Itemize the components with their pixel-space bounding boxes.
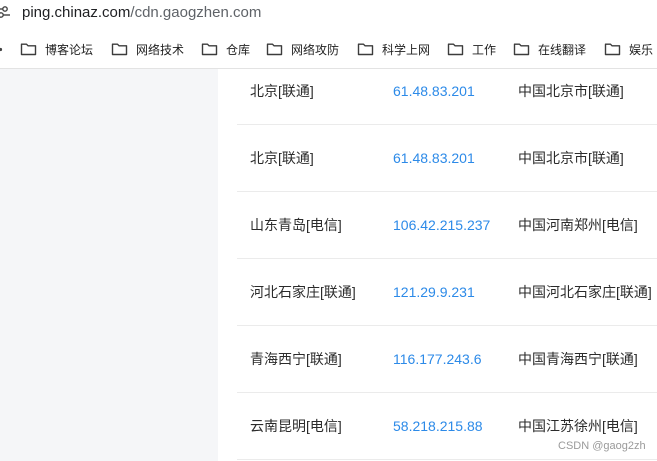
bookmark-label: 娱乐 (629, 42, 654, 57)
bookmark-item[interactable]: 工作 (447, 40, 496, 58)
bookmark-item[interactable]: 在线翻译 (513, 40, 586, 58)
bookmark-item[interactable]: 娱乐 (604, 40, 653, 58)
folder-icon (20, 43, 37, 56)
result-row: 北京[联通] 61.48.83.201 中国北京市[联通] (237, 125, 657, 192)
ip-geolocation: 中国河北石家庄[联通] (518, 284, 652, 300)
bookmark-item[interactable]: 科学上网 (357, 40, 430, 58)
probe-location: 山东青岛[电信] (250, 217, 342, 233)
ip-geolocation: 中国北京市[联通] (518, 150, 624, 166)
url-path: /cdn.gaogzhen.com (130, 4, 262, 21)
bookmark-item[interactable]: 博客论坛 (20, 40, 93, 58)
bookmark-label: 在线翻译 (538, 42, 587, 57)
resolved-ip-link[interactable]: 121.29.9.231 (393, 282, 475, 302)
probe-location: 北京[联通] (250, 150, 314, 166)
bookmark-label: 科学上网 (382, 42, 431, 57)
url-host: ping.chinaz.com (22, 4, 131, 21)
ip-geolocation: 中国青海西宁[联通] (518, 351, 638, 367)
probe-location: 云南昆明[电信] (250, 418, 342, 434)
watermark: CSDN @gaog2zh (558, 440, 646, 452)
bookmark-label: 博客论坛 (45, 42, 94, 57)
folder-icon (357, 43, 374, 56)
bookmarks-overflow-icon[interactable] (0, 47, 3, 52)
url-text[interactable]: ping.chinaz.com/cdn.gaogzhen.com (22, 2, 261, 24)
resolved-ip-link[interactable]: 61.48.83.201 (393, 81, 475, 101)
result-row: 河北石家庄[联通] 121.29.9.231 中国河北石家庄[联通] (237, 259, 657, 326)
bookmark-label: 网络技术 (136, 42, 185, 57)
resolved-ip-link[interactable]: 116.177.243.6 (393, 349, 482, 369)
probe-location: 青海西宁[联通] (250, 351, 342, 367)
ip-geolocation: 中国河南郑州[电信] (518, 217, 638, 233)
folder-icon (201, 43, 218, 56)
ip-geolocation: 中国江苏徐州[电信] (518, 418, 638, 434)
folder-icon (447, 43, 464, 56)
resolved-ip-link[interactable]: 106.42.215.237 (393, 215, 490, 235)
bookmark-label: 仓库 (226, 42, 251, 57)
resolved-ip-link[interactable]: 61.48.83.201 (393, 148, 475, 168)
result-row: 山东青岛[电信] 106.42.215.237 中国河南郑州[电信] (237, 192, 657, 259)
bookmark-item[interactable]: 网络技术 (111, 40, 184, 58)
bookmark-label: 工作 (472, 42, 497, 57)
probe-location: 北京[联通] (250, 83, 314, 99)
resolved-ip-link[interactable]: 58.218.215.88 (393, 416, 483, 436)
folder-icon (266, 43, 283, 56)
probe-location: 河北石家庄[联通] (250, 284, 356, 300)
bookmark-label: 网络攻防 (291, 42, 340, 57)
folder-icon (111, 43, 128, 56)
address-bar[interactable]: ping.chinaz.com/cdn.gaogzhen.com (0, 0, 657, 30)
site-settings-icon[interactable] (0, 5, 10, 19)
ping-results-list: 北京[联通] 61.48.83.201 中国北京市[联通] 北京[联通] 61.48.8… (218, 69, 657, 461)
result-row: 青海西宁[联通] 116.177.243.6 中国青海西宁[联通] (237, 326, 657, 393)
ip-geolocation: 中国北京市[联通] (518, 83, 624, 99)
folder-icon (604, 43, 621, 56)
bookmark-item[interactable]: 网络攻防 (266, 40, 339, 58)
left-panel (0, 69, 218, 461)
result-row: 北京[联通] 61.48.83.201 中国北京市[联通] (237, 58, 657, 125)
bookmark-item[interactable]: 仓库 (201, 40, 250, 58)
folder-icon (513, 43, 530, 56)
